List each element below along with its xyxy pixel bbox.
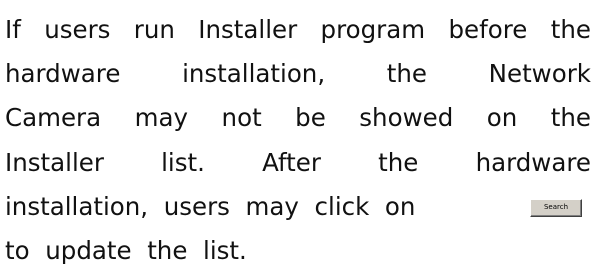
word: click [314, 192, 370, 221]
word: run [133, 15, 175, 44]
word: before [448, 15, 528, 44]
word: be [295, 103, 326, 132]
paragraph-line-6: to update the list. [5, 229, 591, 273]
word: Camera [5, 103, 102, 132]
word: program [320, 15, 426, 44]
word: the [386, 59, 428, 88]
word: Network [488, 59, 591, 88]
paragraph-line-1: If users run Installer program before th… [5, 8, 591, 52]
word: list. [203, 236, 247, 265]
word: users [44, 15, 111, 44]
word: on [486, 103, 518, 132]
word: may [134, 103, 189, 132]
word: showed [359, 103, 454, 132]
paragraph-line-2: hardware installation, the Network [5, 52, 591, 96]
word: installation, [5, 192, 149, 221]
paragraph-line-4: Installer list. After the hardware [5, 141, 591, 185]
word: update [45, 236, 132, 265]
word: installation, [182, 59, 326, 88]
word: Installer [198, 15, 298, 44]
word: to [5, 236, 30, 265]
word: users [163, 192, 230, 221]
word: the [550, 15, 591, 44]
word: After [262, 148, 321, 177]
word: the [378, 148, 419, 177]
word: not [221, 103, 262, 132]
word: hardware [475, 148, 591, 177]
word: may [245, 192, 299, 221]
document-page: If users run Installer program before th… [0, 0, 597, 280]
word: the [550, 103, 591, 132]
word: Installer [5, 148, 104, 177]
word: the [147, 236, 188, 265]
search-button[interactable]: Search [530, 199, 582, 217]
word: If [5, 15, 21, 44]
word: list. [161, 148, 205, 177]
word: hardware [5, 59, 121, 88]
word: on [384, 192, 416, 221]
paragraph-line-3: Camera may not be showed on the [5, 96, 591, 140]
paragraph-line-5: installation, users may click on [5, 185, 591, 229]
